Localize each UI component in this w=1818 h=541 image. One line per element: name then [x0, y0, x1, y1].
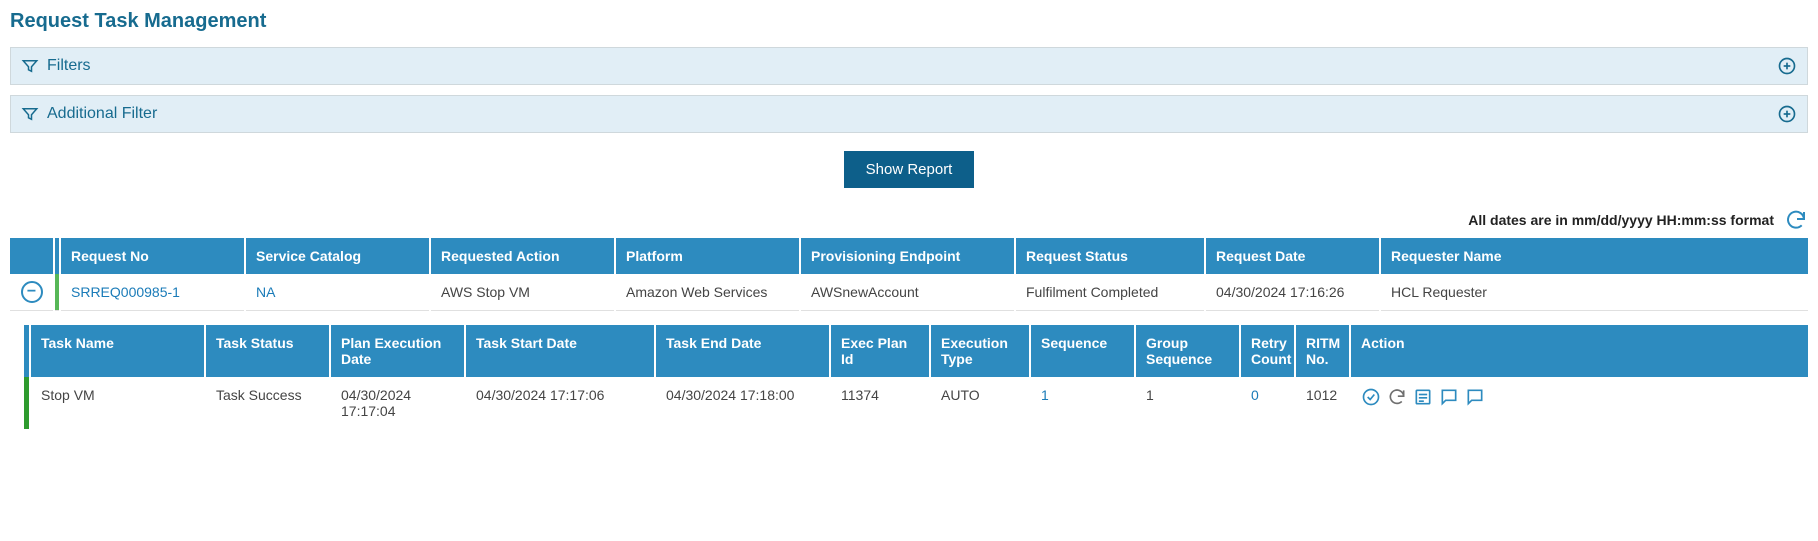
filters-panel-header[interactable]: Filters	[10, 47, 1808, 85]
filter-icon	[21, 57, 39, 75]
col-service-catalog: Service Catalog	[245, 238, 430, 274]
comment-icon[interactable]	[1439, 387, 1459, 407]
cell-requested-action: AWS Stop VM	[430, 274, 615, 311]
cell-task-end-date: 04/30/2024 17:18:00	[655, 377, 830, 429]
refresh-icon[interactable]	[1784, 208, 1808, 232]
expand-additional-filter-icon[interactable]	[1777, 104, 1797, 124]
retry-icon[interactable]	[1387, 387, 1407, 407]
col-sequence: Sequence	[1030, 325, 1135, 377]
tasks-table: Task Name Task Status Plan Execution Dat…	[24, 325, 1808, 429]
cell-ritm-no: 1012	[1295, 377, 1350, 429]
cell-task-status: Task Success	[205, 377, 330, 429]
comment-outline-icon[interactable]	[1465, 387, 1485, 407]
filter-icon	[21, 105, 39, 123]
cell-exec-plan-id: 11374	[830, 377, 930, 429]
cell-plan-execution-date: 04/30/2024 17:17:04	[330, 377, 465, 429]
table-row: Stop VM Task Success 04/30/2024 17:17:04…	[24, 377, 1808, 429]
col-request-date: Request Date	[1205, 238, 1380, 274]
col-expand	[10, 238, 54, 274]
approve-icon[interactable]	[1361, 387, 1381, 407]
cell-request-date: 04/30/2024 17:16:26	[1205, 274, 1380, 311]
retry-count-link[interactable]: 0	[1251, 387, 1259, 403]
col-task-status: Task Status	[205, 325, 330, 377]
cell-request-status: Fulfilment Completed	[1015, 274, 1205, 311]
col-retry-count: Retry Count	[1240, 325, 1295, 377]
col-exec-plan-id: Exec Plan Id	[830, 325, 930, 377]
additional-filter-panel-header[interactable]: Additional Filter	[10, 95, 1808, 133]
col-execution-type: Execution Type	[930, 325, 1030, 377]
col-request-status: Request Status	[1015, 238, 1205, 274]
page-title: Request Task Management	[10, 10, 1808, 33]
action-icons	[1361, 387, 1798, 407]
additional-filter-label: Additional Filter	[47, 105, 157, 123]
log-icon[interactable]	[1413, 387, 1433, 407]
sequence-link[interactable]: 1	[1041, 387, 1049, 403]
col-provisioning-endpoint: Provisioning Endpoint	[800, 238, 1015, 274]
col-group-sequence: Group Sequence	[1135, 325, 1240, 377]
col-task-end-date: Task End Date	[655, 325, 830, 377]
expand-filters-icon[interactable]	[1777, 56, 1797, 76]
service-catalog-link[interactable]: NA	[256, 284, 275, 300]
request-no-link[interactable]: SRREQ000985-1	[71, 284, 180, 300]
cell-task-start-date: 04/30/2024 17:17:06	[465, 377, 655, 429]
cell-execution-type: AUTO	[930, 377, 1030, 429]
requests-table: Request No Service Catalog Requested Act…	[10, 238, 1808, 311]
col-task-start-date: Task Start Date	[465, 325, 655, 377]
col-action: Action	[1350, 325, 1808, 377]
collapse-row-icon[interactable]: −	[21, 281, 43, 303]
date-format-note: All dates are in mm/dd/yyyy HH:mm:ss for…	[1468, 212, 1774, 228]
col-platform: Platform	[615, 238, 800, 274]
cell-task-name: Stop VM	[30, 377, 205, 429]
filters-label: Filters	[47, 57, 91, 75]
cell-group-sequence: 1	[1135, 377, 1240, 429]
col-requested-action: Requested Action	[430, 238, 615, 274]
col-task-name: Task Name	[30, 325, 205, 377]
cell-requester-name: HCL Requester	[1380, 274, 1808, 311]
col-request-no: Request No	[60, 238, 245, 274]
cell-provisioning-endpoint: AWSnewAccount	[800, 274, 1015, 311]
table-row: − SRREQ000985-1 NA AWS Stop VM Amazon We…	[10, 274, 1808, 311]
col-requester-name: Requester Name	[1380, 238, 1808, 274]
cell-platform: Amazon Web Services	[615, 274, 800, 311]
show-report-button[interactable]: Show Report	[844, 151, 975, 188]
col-ritm-no: RITM No.	[1295, 325, 1350, 377]
col-plan-execution-date: Plan Execution Date	[330, 325, 465, 377]
